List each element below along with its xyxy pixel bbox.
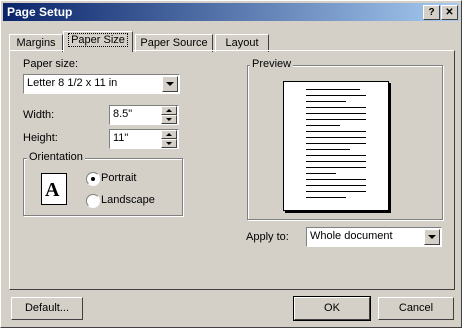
width-value: 8.5" bbox=[113, 108, 133, 120]
preview-page bbox=[283, 81, 389, 211]
ok-button[interactable]: OK bbox=[293, 296, 371, 321]
portrait-radio[interactable] bbox=[86, 172, 100, 186]
default-button[interactable]: Default... bbox=[11, 297, 83, 320]
preview-title: Preview bbox=[250, 58, 294, 70]
paper-size-value: Letter 8 1/2 x 11 in bbox=[27, 77, 118, 89]
title-bar: Page Setup ? ✕ bbox=[3, 3, 459, 21]
portrait-icon-letter: A bbox=[45, 179, 60, 201]
dialog-title: Page Setup bbox=[7, 5, 73, 19]
help-button[interactable]: ? bbox=[423, 5, 440, 20]
apply-to-select[interactable]: Whole document bbox=[306, 227, 442, 247]
width-stepper[interactable]: 8.5" bbox=[109, 105, 179, 125]
width-label: Width: bbox=[23, 109, 55, 121]
chevron-down-icon[interactable] bbox=[162, 76, 178, 92]
apply-to-value: Whole document bbox=[310, 230, 393, 242]
height-label: Height: bbox=[23, 132, 58, 144]
height-stepper[interactable]: 11" bbox=[109, 129, 179, 149]
height-up-icon[interactable] bbox=[161, 130, 177, 139]
width-up-icon[interactable] bbox=[161, 106, 177, 115]
height-value: 11" bbox=[113, 132, 129, 144]
paper-size-label: Paper size: bbox=[23, 58, 79, 70]
cancel-button[interactable]: Cancel bbox=[378, 297, 454, 320]
portrait-page-icon: A bbox=[41, 173, 67, 205]
landscape-radio[interactable] bbox=[86, 194, 100, 208]
tab-paper-source-label: Paper Source bbox=[140, 37, 208, 49]
paper-size-select[interactable]: Letter 8 1/2 x 11 in bbox=[23, 74, 180, 94]
landscape-label[interactable]: Landscape bbox=[101, 194, 155, 206]
page-setup-dialog: Page Setup ? ✕ Margins Paper Size Paper … bbox=[0, 0, 462, 328]
height-down-icon[interactable] bbox=[161, 139, 177, 148]
tab-paper-size[interactable]: Paper Size bbox=[63, 31, 133, 52]
apply-to-label: Apply to: bbox=[246, 231, 289, 243]
tab-layout-label: Layout bbox=[225, 37, 259, 49]
chevron-down-icon[interactable] bbox=[424, 229, 440, 245]
width-down-icon[interactable] bbox=[161, 115, 177, 124]
tab-margins-label: Margins bbox=[16, 37, 56, 49]
orientation-title: Orientation bbox=[27, 151, 85, 163]
close-button[interactable]: ✕ bbox=[441, 5, 458, 20]
tab-paper-size-label: Paper Size bbox=[68, 33, 128, 47]
portrait-label[interactable]: Portrait bbox=[101, 172, 136, 184]
